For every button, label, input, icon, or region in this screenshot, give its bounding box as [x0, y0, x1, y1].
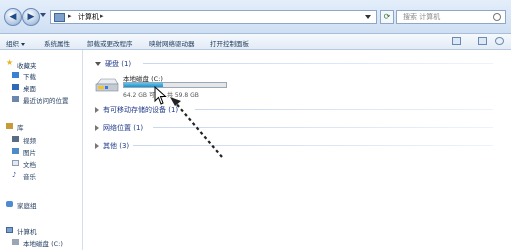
map-network-drive-button[interactable]: 映射网络驱动器 [149, 38, 195, 48]
recent-places-icon [12, 96, 19, 102]
address-dropdown-icon[interactable] [365, 15, 371, 19]
nav-computer[interactable]: 计算机 [17, 226, 37, 236]
collapse-icon [95, 143, 99, 149]
collapse-icon [95, 107, 99, 113]
refresh-button[interactable]: ⟳ [380, 10, 394, 24]
navigation-pane: ★ 收藏夹 下载 桌面 最近访问的位置 库 视频 图片 文档 ♪ 音乐 家庭组 … [0, 50, 83, 250]
search-icon [493, 13, 501, 21]
group-divider [195, 109, 493, 110]
preview-pane-icon[interactable] [478, 37, 487, 45]
hard-drive-icon[interactable] [95, 77, 119, 93]
nav-recent-places[interactable]: 最近访问的位置 [23, 95, 69, 105]
breadcrumb-chevron-icon[interactable]: ▸ [100, 12, 104, 20]
collapse-icon [95, 125, 99, 131]
music-icon: ♪ [12, 171, 17, 179]
documents-icon [12, 160, 19, 166]
drive-usage-bar [123, 82, 227, 88]
breadcrumb-chevron-icon[interactable]: ▸ [68, 12, 72, 20]
group-other[interactable]: 其他 (3) [95, 141, 129, 151]
forward-button[interactable]: ▶ [22, 8, 40, 26]
desktop-icon [12, 84, 19, 90]
content-pane: 硬盘 (1) 本地磁盘 (C:) 64.2 GB 可用，共 59.8 GB 有可… [83, 50, 511, 250]
favorites-star-icon: ★ [6, 58, 14, 67]
uninstall-program-button[interactable]: 卸载或更改程序 [87, 38, 133, 48]
computer-icon [54, 13, 65, 22]
nav-videos[interactable]: 视频 [23, 135, 36, 145]
address-field[interactable]: ▸ 计算机 ▸ [50, 10, 377, 24]
mouse-cursor-icon [154, 86, 167, 105]
command-bar: 组织 系统属性 卸载或更改程序 映射网络驱动器 打开控制面板 [0, 34, 511, 50]
nav-documents[interactable]: 文档 [23, 159, 36, 169]
nav-pictures[interactable]: 图片 [23, 147, 36, 157]
search-placeholder: 搜索 计算机 [403, 13, 441, 21]
group-label: 硬盘 (1) [105, 60, 132, 68]
nav-libraries[interactable]: 库 [17, 122, 24, 132]
change-view-icon[interactable] [452, 37, 461, 45]
breadcrumb-computer[interactable]: 计算机 [78, 12, 99, 22]
group-network-locations[interactable]: 网络位置 (1) [95, 123, 143, 133]
library-icon [6, 123, 13, 129]
nav-music[interactable]: 音乐 [23, 171, 36, 181]
local-disk-icon [12, 239, 19, 245]
group-label: 其他 (3) [103, 142, 130, 150]
nav-local-disk[interactable]: 本地磁盘 (C:) [23, 238, 63, 248]
group-divider [143, 63, 493, 64]
pictures-icon [12, 148, 19, 154]
search-input[interactable]: 搜索 计算机 [396, 10, 506, 24]
nav-desktop[interactable]: 桌面 [23, 83, 36, 93]
downloads-icon [12, 72, 19, 78]
annotation-arrow-icon [170, 97, 223, 158]
address-bar-area: ◀ ▶ ▸ 计算机 ▸ ⟳ 搜索 计算机 [0, 0, 511, 34]
group-label: 有可移动存储的设备 (1) [103, 106, 179, 114]
group-hard-disks[interactable]: 硬盘 (1) [95, 59, 131, 69]
nav-homegroup[interactable]: 家庭组 [17, 200, 37, 210]
group-removable-storage[interactable]: 有可移动存储的设备 (1) [95, 105, 178, 115]
nav-downloads[interactable]: 下载 [23, 71, 36, 81]
videos-icon [12, 136, 19, 142]
recent-pages-dropdown[interactable] [40, 13, 46, 17]
homegroup-icon [6, 201, 13, 207]
computer-icon [6, 227, 13, 233]
organize-button[interactable]: 组织 [6, 38, 25, 48]
system-properties-button[interactable]: 系统属性 [44, 38, 70, 48]
help-icon[interactable] [495, 37, 504, 45]
open-control-panel-button[interactable]: 打开控制面板 [210, 38, 249, 48]
back-button[interactable]: ◀ [4, 8, 22, 26]
nav-favorites[interactable]: 收藏夹 [17, 60, 37, 70]
expand-icon [95, 62, 101, 66]
group-label: 网络位置 (1) [103, 124, 144, 132]
